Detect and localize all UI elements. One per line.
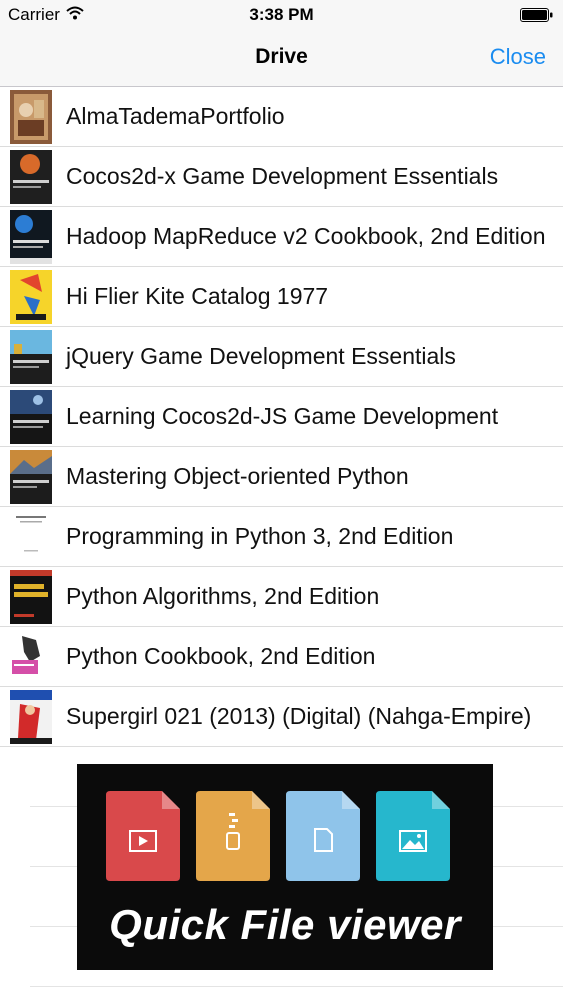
file-thumbnail (10, 330, 52, 384)
file-thumbnail (10, 390, 52, 444)
ad-banner[interactable]: Quick File viewer (77, 764, 493, 970)
file-row[interactable]: Programming in Python 3, 2nd Edition (0, 507, 563, 567)
file-name: Hi Flier Kite Catalog 1977 (66, 283, 329, 309)
document-file-icon (286, 791, 360, 881)
file-name: AlmaTademaPortfolio (66, 103, 285, 129)
file-name: Supergirl 021 (2013) (Digital) (Nahga-Em… (66, 703, 532, 729)
file-thumbnail (10, 270, 52, 324)
file-name: Python Cookbook, 2nd Edition (66, 643, 376, 669)
file-row[interactable]: Cocos2d-x Game Development Essentials (0, 147, 563, 207)
nav-title: Drive (255, 45, 308, 68)
file-row[interactable]: Python Cookbook, 2nd Edition (0, 627, 563, 687)
file-row[interactable]: Supergirl 021 (2013) (Digital) (Nahga-Em… (0, 687, 563, 747)
file-thumbnail (10, 210, 52, 264)
file-row[interactable]: Mastering Object-oriented Python (0, 447, 563, 507)
file-row[interactable]: Learning Cocos2d-JS Game Development (0, 387, 563, 447)
banner-title: Quick File viewer (109, 901, 461, 948)
file-name: Cocos2d-x Game Development Essentials (66, 163, 499, 189)
file-thumbnail (10, 450, 52, 504)
battery-icon (520, 8, 553, 22)
status-time: 3:38 PM (249, 5, 314, 24)
video-file-icon (106, 791, 180, 881)
file-name: Learning Cocos2d-JS Game Development (66, 403, 499, 429)
file-name: jQuery Game Development Essentials (66, 343, 456, 369)
file-thumbnail (10, 690, 52, 744)
file-row[interactable]: Hadoop MapReduce v2 Cookbook, 2nd Editio… (0, 207, 563, 267)
file-thumbnail (10, 630, 52, 684)
close-button[interactable]: Close (490, 44, 546, 70)
file-thumbnail (10, 570, 52, 624)
file-row[interactable]: AlmaTademaPortfolio (0, 87, 563, 147)
file-name: Hadoop MapReduce v2 Cookbook, 2nd Editio… (66, 223, 546, 249)
file-thumbnail (10, 510, 52, 564)
empty-row (30, 987, 563, 1000)
file-name: Python Algorithms, 2nd Edition (66, 583, 380, 609)
file-row[interactable]: Python Algorithms, 2nd Edition (0, 567, 563, 627)
file-name: Programming in Python 3, 2nd Edition (66, 523, 454, 549)
zip-file-icon (196, 791, 270, 881)
file-name: Mastering Object-oriented Python (66, 463, 409, 489)
file-thumbnail (10, 90, 52, 144)
file-thumbnail (10, 150, 52, 204)
file-row[interactable]: Hi Flier Kite Catalog 1977 (0, 267, 563, 327)
file-row[interactable]: jQuery Game Development Essentials (0, 327, 563, 387)
image-file-icon (376, 791, 450, 881)
navigation-bar: Drive Close (0, 30, 563, 87)
status-bar: Carrier 3:38 PM (0, 0, 563, 30)
